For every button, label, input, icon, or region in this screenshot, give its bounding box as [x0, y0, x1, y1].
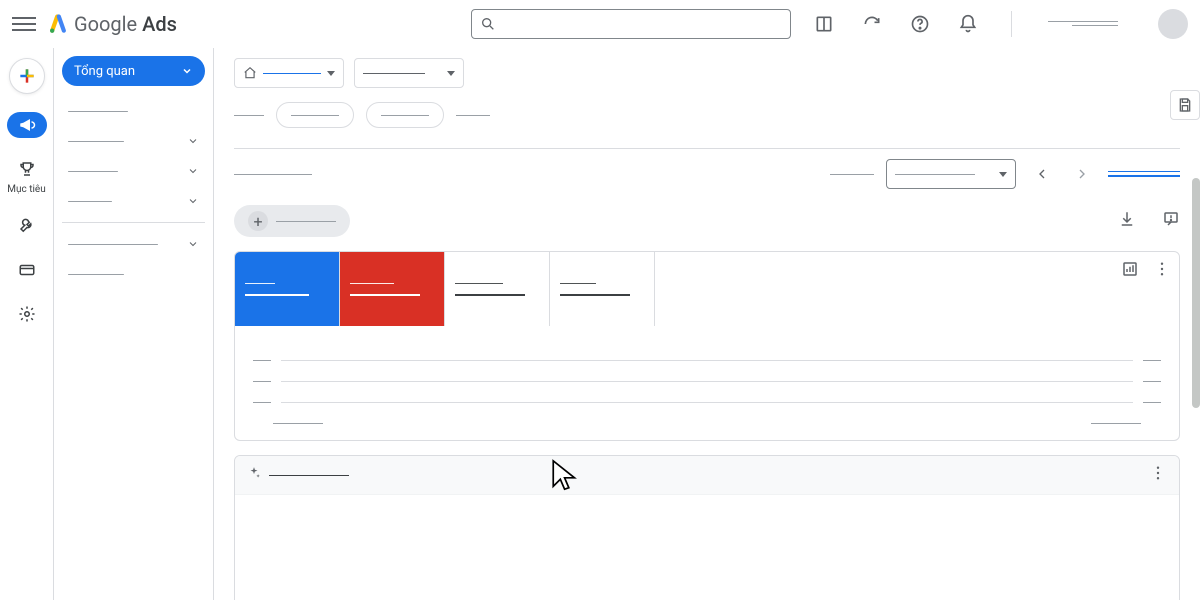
scope-campaign-dropdown[interactable] — [354, 58, 464, 88]
sidebar-item-4[interactable] — [62, 229, 205, 259]
account-switcher[interactable] — [1048, 21, 1118, 26]
filter-chip-0[interactable] — [276, 102, 354, 128]
sparkle-icon — [247, 466, 261, 484]
chart-area — [235, 326, 1179, 440]
plus-icon: + — [248, 211, 268, 231]
rail-label-goals: Mục tiêu — [7, 184, 45, 195]
appearance-icon[interactable] — [813, 13, 835, 35]
metric-tab-1[interactable] — [340, 252, 445, 326]
trophy-icon — [18, 160, 36, 178]
sidebar-primary-overview[interactable]: Tổng quan — [62, 56, 205, 86]
sidebar: Tổng quan — [54, 48, 214, 600]
metrics-chart-card — [234, 251, 1180, 441]
scrollbar[interactable] — [1192, 178, 1200, 408]
top-bar: Google Ads — [0, 0, 1200, 48]
filter-trailing — [456, 115, 490, 116]
metric-tab-3[interactable] — [550, 252, 655, 326]
nav-rail: Mục tiêu — [0, 48, 54, 600]
caret-down-icon — [999, 172, 1007, 177]
chart-expand-button[interactable] — [1121, 260, 1139, 282]
feedback-button[interactable] — [1162, 210, 1180, 232]
chart-icon — [1121, 260, 1139, 278]
menu-icon[interactable] — [12, 12, 36, 36]
chevron-down-icon — [181, 65, 193, 77]
metric-tab-0[interactable] — [235, 252, 340, 326]
date-range-dropdown[interactable] — [886, 159, 1016, 189]
product-logo[interactable]: Google Ads — [48, 12, 177, 36]
more-vert-icon — [1149, 464, 1167, 482]
insight-menu-button[interactable] — [1149, 464, 1167, 486]
add-card-button[interactable]: + — [234, 205, 350, 237]
section-header — [234, 148, 1180, 189]
more-vert-icon — [1153, 260, 1171, 278]
sidebar-primary-label: Tổng quan — [74, 64, 135, 79]
metric-tabs — [235, 252, 1179, 326]
megaphone-icon — [18, 116, 36, 134]
gear-icon — [18, 305, 36, 323]
chevron-down-icon — [187, 195, 199, 207]
insight-card — [234, 455, 1180, 600]
scope-breadcrumbs — [234, 58, 1180, 88]
card-menu-button[interactable] — [1153, 260, 1171, 282]
ads-logo-icon — [48, 14, 68, 34]
main-content: + — [214, 48, 1200, 600]
divider — [1011, 11, 1012, 37]
chevron-right-icon — [1074, 166, 1090, 182]
create-button[interactable] — [9, 58, 45, 94]
insight-title — [269, 475, 349, 476]
chevron-down-icon — [187, 238, 199, 250]
rail-item-billing[interactable] — [7, 257, 47, 283]
filter-row — [234, 102, 1180, 128]
card-icon — [18, 261, 36, 279]
plus-icon — [17, 66, 37, 86]
download-icon — [1118, 210, 1136, 228]
notifications-icon[interactable] — [957, 13, 979, 35]
refresh-icon[interactable] — [861, 13, 883, 35]
sidebar-item-0[interactable] — [62, 96, 205, 126]
download-button[interactable] — [1118, 210, 1136, 232]
sidebar-item-3[interactable] — [62, 186, 205, 216]
chevron-left-icon — [1034, 166, 1050, 182]
save-icon — [1177, 97, 1193, 113]
date-label — [830, 174, 874, 175]
chevron-down-icon — [187, 165, 199, 177]
rail-item-goals[interactable]: Mục tiêu — [7, 156, 47, 195]
search-field[interactable] — [504, 16, 782, 31]
filter-chip-1[interactable] — [366, 102, 444, 128]
feedback-icon — [1162, 210, 1180, 228]
compare-toggle[interactable] — [1108, 171, 1180, 177]
rail-item-campaigns[interactable] — [7, 112, 47, 138]
sidebar-divider — [62, 222, 205, 223]
filter-label — [234, 115, 264, 116]
sidebar-item-5[interactable] — [62, 259, 205, 289]
sidebar-item-2[interactable] — [62, 156, 205, 186]
section-title — [234, 174, 312, 175]
logo-text: Google Ads — [74, 12, 177, 36]
search-input[interactable] — [471, 9, 791, 39]
rail-item-admin[interactable] — [7, 301, 47, 327]
rail-item-tools[interactable] — [7, 213, 47, 239]
save-view-button[interactable] — [1170, 90, 1200, 120]
home-icon — [243, 66, 257, 80]
top-utility-icons — [813, 9, 1188, 39]
scope-account-dropdown[interactable] — [234, 58, 344, 88]
sidebar-item-1[interactable] — [62, 126, 205, 156]
search-icon — [480, 16, 496, 32]
caret-down-icon — [327, 71, 335, 76]
caret-down-icon — [447, 71, 455, 76]
chevron-down-icon — [187, 135, 199, 147]
help-icon[interactable] — [909, 13, 931, 35]
date-next-button[interactable] — [1068, 160, 1096, 188]
date-prev-button[interactable] — [1028, 160, 1056, 188]
avatar[interactable] — [1158, 9, 1188, 39]
tools-icon — [18, 217, 36, 235]
metric-tab-2[interactable] — [445, 252, 550, 326]
